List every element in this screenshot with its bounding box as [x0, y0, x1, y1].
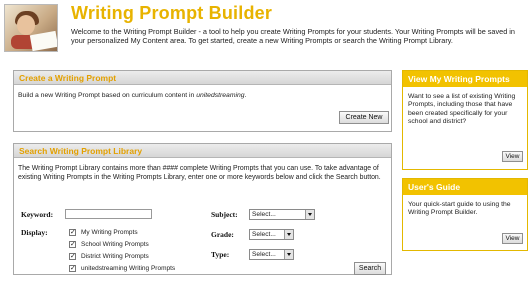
grade-label: Grade: [211, 230, 234, 239]
search-button[interactable]: Search [354, 262, 386, 275]
intro-text: Welcome to the Writing Prompt Builder - … [71, 27, 515, 46]
checkbox-label: My Writing Prompts [81, 229, 138, 236]
view-prompts-text: Want to see a list of existing Writing P… [408, 93, 516, 126]
product-name: unitedstreaming [196, 92, 245, 99]
display-label: Display: [21, 228, 48, 237]
search-description: The Writing Prompt Library contains more… [18, 165, 381, 181]
view-prompts-panel: View My Writing Prompts Want to see a li… [402, 70, 528, 170]
subject-select[interactable]: Select... [249, 209, 315, 220]
checkbox-label: School Writing Prompts [81, 241, 149, 248]
checkbox-my-prompts[interactable]: ✓ [69, 229, 76, 236]
create-prompt-panel: Create a Writing Prompt Build a new Writ… [13, 70, 392, 132]
checkbox-label: District Writing Prompts [81, 253, 149, 260]
search-library-heading: Search Writing Prompt Library [14, 144, 391, 158]
header-photo [4, 4, 58, 52]
keyword-input[interactable] [65, 209, 152, 219]
users-guide-text: Your quick-start guide to using the Writ… [408, 201, 511, 217]
users-guide-heading: User's Guide [403, 179, 527, 195]
users-guide-panel: User's Guide Your quick-start guide to u… [402, 178, 528, 251]
view-prompts-heading: View My Writing Prompts [403, 71, 527, 87]
users-guide-view-button[interactable]: View [502, 233, 523, 244]
create-prompt-heading: Create a Writing Prompt [14, 71, 391, 85]
checkbox-district-prompts[interactable]: ✓ [69, 253, 76, 260]
page-title: Writing Prompt Builder [71, 3, 273, 23]
create-prompt-text: Build a new Writing Prompt based on curr… [18, 92, 247, 99]
checkbox-label: unitedstreaming Writing Prompts [81, 265, 176, 272]
subject-label: Subject: [211, 210, 238, 219]
type-select[interactable]: Select... [249, 249, 294, 260]
chevron-down-icon [305, 210, 314, 219]
checkbox-unitedstreaming-prompts[interactable]: ✓ [69, 265, 76, 272]
grade-select[interactable]: Select... [249, 229, 294, 240]
create-new-button[interactable]: Create New [339, 111, 389, 124]
type-label: Type: [211, 250, 230, 259]
view-prompts-button[interactable]: View [502, 151, 523, 162]
type-select-value: Select... [252, 251, 276, 258]
chevron-down-icon [284, 250, 293, 259]
grade-select-value: Select... [252, 231, 276, 238]
subject-select-value: Select... [252, 211, 276, 218]
checkbox-school-prompts[interactable]: ✓ [69, 241, 76, 248]
keyword-label: Keyword: [21, 210, 54, 219]
search-library-panel: Search Writing Prompt Library The Writin… [13, 143, 392, 275]
chevron-down-icon [284, 230, 293, 239]
